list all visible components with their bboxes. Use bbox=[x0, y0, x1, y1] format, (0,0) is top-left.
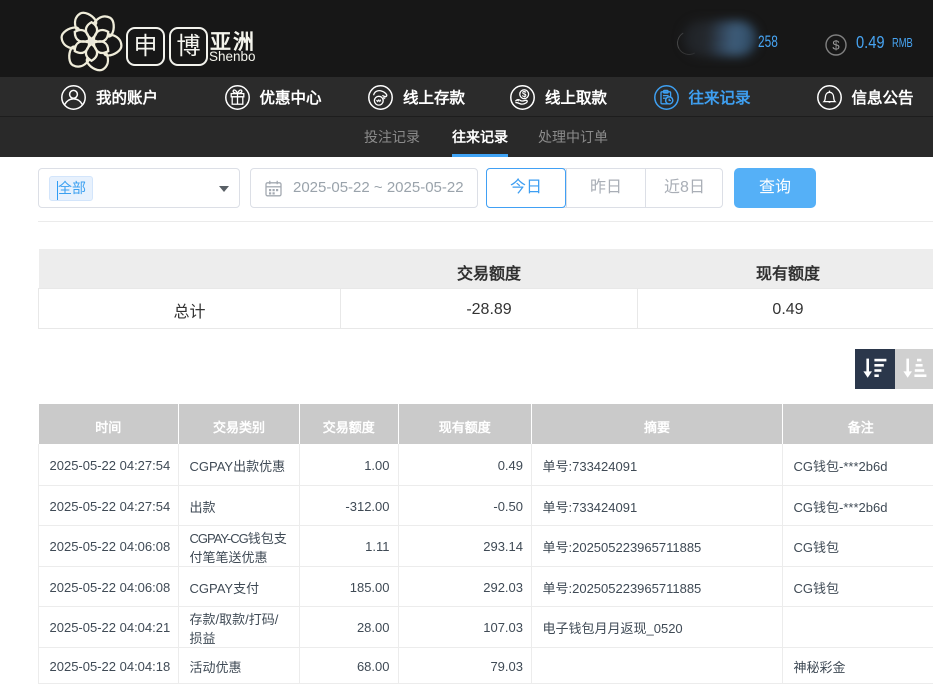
svg-text:$: $ bbox=[832, 38, 840, 53]
svg-text:$: $ bbox=[522, 90, 527, 99]
